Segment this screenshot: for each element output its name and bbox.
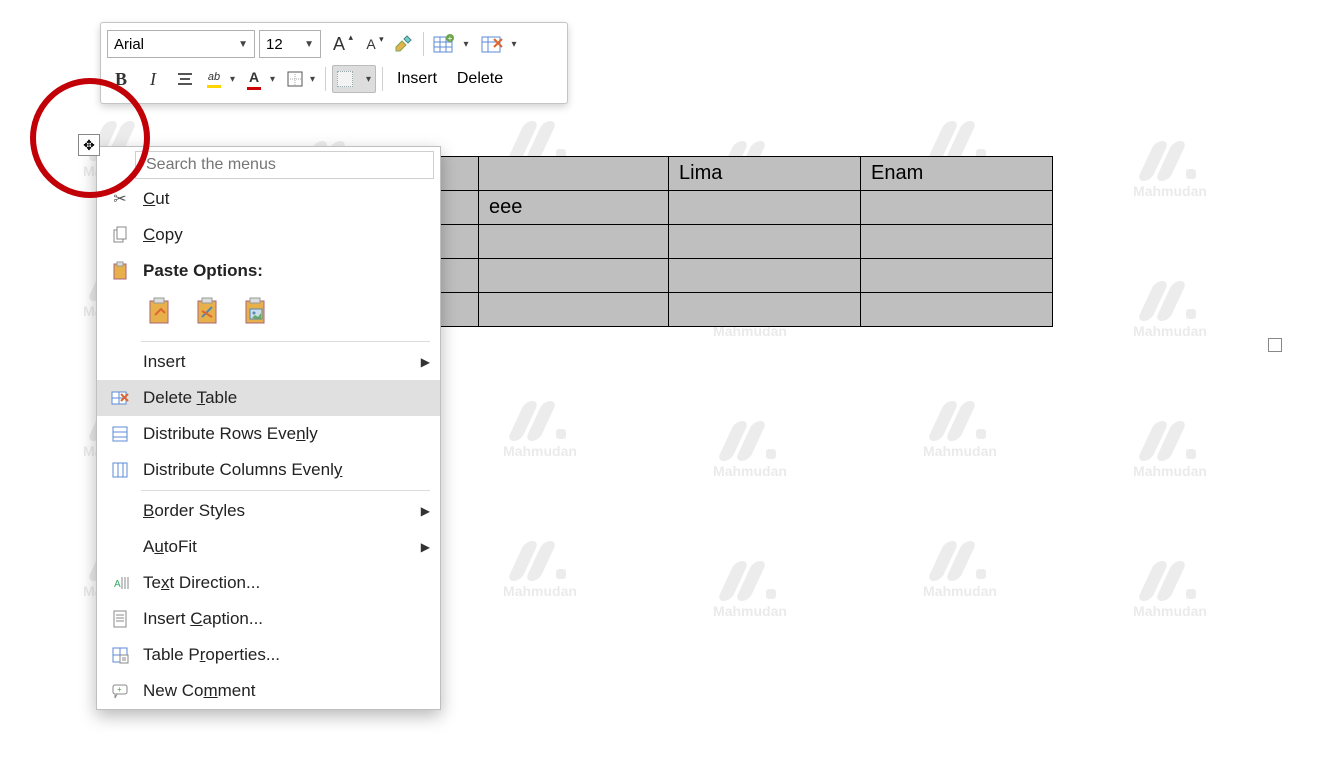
shrink-font-button[interactable]: A▾: [357, 30, 385, 58]
paste-keep-source-formatting[interactable]: [143, 293, 177, 331]
chevron-right-icon: ▶: [421, 504, 430, 518]
font-size-value: 12: [266, 36, 283, 53]
table-cell[interactable]: [861, 191, 1053, 225]
table-insert-icon: +: [431, 32, 457, 56]
menu-distribute-columns[interactable]: Distribute Columns Evenly: [97, 452, 440, 488]
svg-text:A: A: [114, 579, 121, 590]
table-cell[interactable]: [669, 225, 861, 259]
table-cell[interactable]: eee: [479, 191, 669, 225]
table-cell[interactable]: [861, 259, 1053, 293]
highlight-color-button[interactable]: ab ▾: [203, 65, 239, 93]
paintbrush-icon: [393, 34, 413, 54]
distribute-rows-icon: [107, 425, 133, 443]
table-cell[interactable]: [861, 225, 1053, 259]
text-direction-icon: A: [107, 574, 133, 592]
menu-insert[interactable]: Insert ▶: [97, 344, 440, 380]
insert-button[interactable]: Insert: [389, 65, 445, 93]
font-family-value: Arial: [114, 36, 144, 53]
table-cell[interactable]: [669, 259, 861, 293]
table-cell[interactable]: Enam: [861, 157, 1053, 191]
table-cell[interactable]: [479, 259, 669, 293]
menu-search-input[interactable]: [136, 152, 433, 178]
caption-icon: [107, 609, 133, 629]
align-icon: [176, 71, 194, 87]
table-resize-handle[interactable]: [1268, 338, 1282, 352]
svg-text:+: +: [117, 685, 122, 694]
table-properties-icon: [107, 646, 133, 664]
svg-text:+: +: [448, 34, 453, 43]
chevron-down-icon: ▼: [304, 39, 314, 50]
borders-button[interactable]: ▾: [283, 65, 319, 93]
table-cell[interactable]: [861, 293, 1053, 327]
paste-merge-formatting[interactable]: [191, 293, 225, 331]
paste-picture[interactable]: [239, 293, 273, 331]
table-cell[interactable]: [669, 191, 861, 225]
font-color-button[interactable]: A ▾: [243, 65, 279, 93]
table-cell[interactable]: [479, 293, 669, 327]
table-move-handle[interactable]: ✥: [78, 134, 100, 156]
table-cell[interactable]: [479, 157, 669, 191]
menu-paste-options-header: Paste Options:: [97, 253, 440, 289]
menu-cut[interactable]: ✂ Cut: [97, 181, 440, 217]
mini-toolbar: Arial ▼ 12 ▼ A▴ A▾ + ▾ ▾ B I: [100, 22, 568, 104]
copy-icon: [107, 226, 133, 244]
font-family-combo[interactable]: Arial ▼: [107, 30, 255, 58]
format-painter-button[interactable]: [389, 30, 417, 58]
insert-table-split-button[interactable]: + ▾: [430, 27, 474, 61]
clipboard-icon: [107, 261, 133, 281]
menu-search-field[interactable]: [135, 151, 434, 179]
scissors-icon: ✂: [107, 189, 133, 209]
table-context-menu: ✂ Cut Copy Paste Options: Insert ▶ D: [96, 146, 441, 710]
menu-autofit[interactable]: AutoFit ▶: [97, 529, 440, 565]
menu-copy[interactable]: Copy: [97, 217, 440, 253]
menu-delete-table[interactable]: Delete Table: [97, 380, 440, 416]
menu-border-styles[interactable]: Border Styles ▶: [97, 493, 440, 529]
delete-button[interactable]: Delete: [449, 65, 511, 93]
delete-table-split-button[interactable]: ▾: [478, 27, 522, 61]
italic-button[interactable]: I: [139, 65, 167, 93]
table-cell[interactable]: [669, 293, 861, 327]
grow-font-button[interactable]: A▴: [325, 30, 353, 58]
shading-button[interactable]: ▾: [332, 65, 376, 93]
align-center-button[interactable]: [171, 65, 199, 93]
table-cell[interactable]: Lima: [669, 157, 861, 191]
menu-table-properties[interactable]: Table Properties...: [97, 637, 440, 673]
font-size-combo[interactable]: 12 ▼: [259, 30, 321, 58]
paste-options-row: [97, 289, 440, 339]
comment-icon: +: [107, 682, 133, 700]
borders-icon: [287, 71, 303, 87]
menu-text-direction[interactable]: A Text Direction...: [97, 565, 440, 601]
menu-insert-caption[interactable]: Insert Caption...: [97, 601, 440, 637]
table-delete-icon: [479, 32, 505, 56]
table-cell[interactable]: [479, 225, 669, 259]
distribute-columns-icon: [107, 461, 133, 479]
menu-distribute-rows[interactable]: Distribute Rows Evenly: [97, 416, 440, 452]
table-delete-icon: [107, 389, 133, 407]
chevron-down-icon: ▼: [238, 39, 248, 50]
menu-new-comment[interactable]: + New Comment: [97, 673, 440, 709]
chevron-right-icon: ▶: [421, 355, 430, 369]
bold-button[interactable]: B: [107, 65, 135, 93]
chevron-right-icon: ▶: [421, 540, 430, 554]
